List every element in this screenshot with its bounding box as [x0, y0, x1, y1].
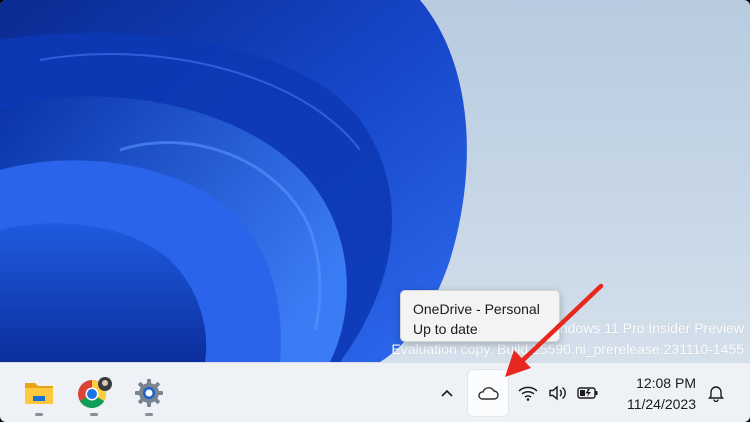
running-indicator — [145, 413, 153, 416]
tooltip-status: Up to date — [413, 321, 478, 337]
running-indicator — [35, 413, 43, 416]
taskbar: 12:08 PM 11/24/2023 — [0, 362, 750, 422]
watermark-build: Evaluation copy. Build 25590.ni_prerelea… — [391, 341, 744, 357]
bell-icon — [708, 386, 724, 402]
clock[interactable]: 12:08 PM 11/24/2023 — [610, 373, 696, 415]
battery-charging-icon — [577, 387, 598, 399]
folder-icon — [25, 383, 53, 404]
chrome-button[interactable] — [74, 373, 114, 416]
volume-button[interactable] — [546, 381, 570, 405]
chrome-icon — [78, 377, 112, 408]
battery-button[interactable] — [576, 381, 600, 405]
chevron-up-icon — [441, 389, 453, 397]
show-hidden-icons-button[interactable] — [436, 381, 458, 405]
notifications-button[interactable] — [704, 381, 728, 405]
file-explorer-button[interactable] — [19, 373, 59, 416]
wifi-icon — [518, 386, 538, 401]
tooltip-title: OneDrive - Personal — [413, 301, 540, 317]
speaker-icon — [549, 385, 566, 401]
running-indicator — [90, 413, 98, 416]
settings-button[interactable] — [129, 373, 169, 416]
screen: Windows 11 Pro Insider Preview Evaluatio… — [0, 0, 750, 422]
desktop[interactable]: Windows 11 Pro Insider Preview Evaluatio… — [0, 0, 750, 362]
onedrive-tray-button[interactable] — [468, 370, 508, 416]
cloud-icon — [478, 387, 499, 400]
wallpaper-bloom — [0, 0, 467, 362]
clock-date: 11/24/2023 — [626, 396, 696, 412]
gear-icon — [135, 379, 163, 407]
clock-time: 12:08 PM — [636, 375, 696, 391]
onedrive-tooltip: OneDrive - Personal Up to date — [400, 290, 560, 342]
network-button[interactable] — [516, 381, 540, 405]
